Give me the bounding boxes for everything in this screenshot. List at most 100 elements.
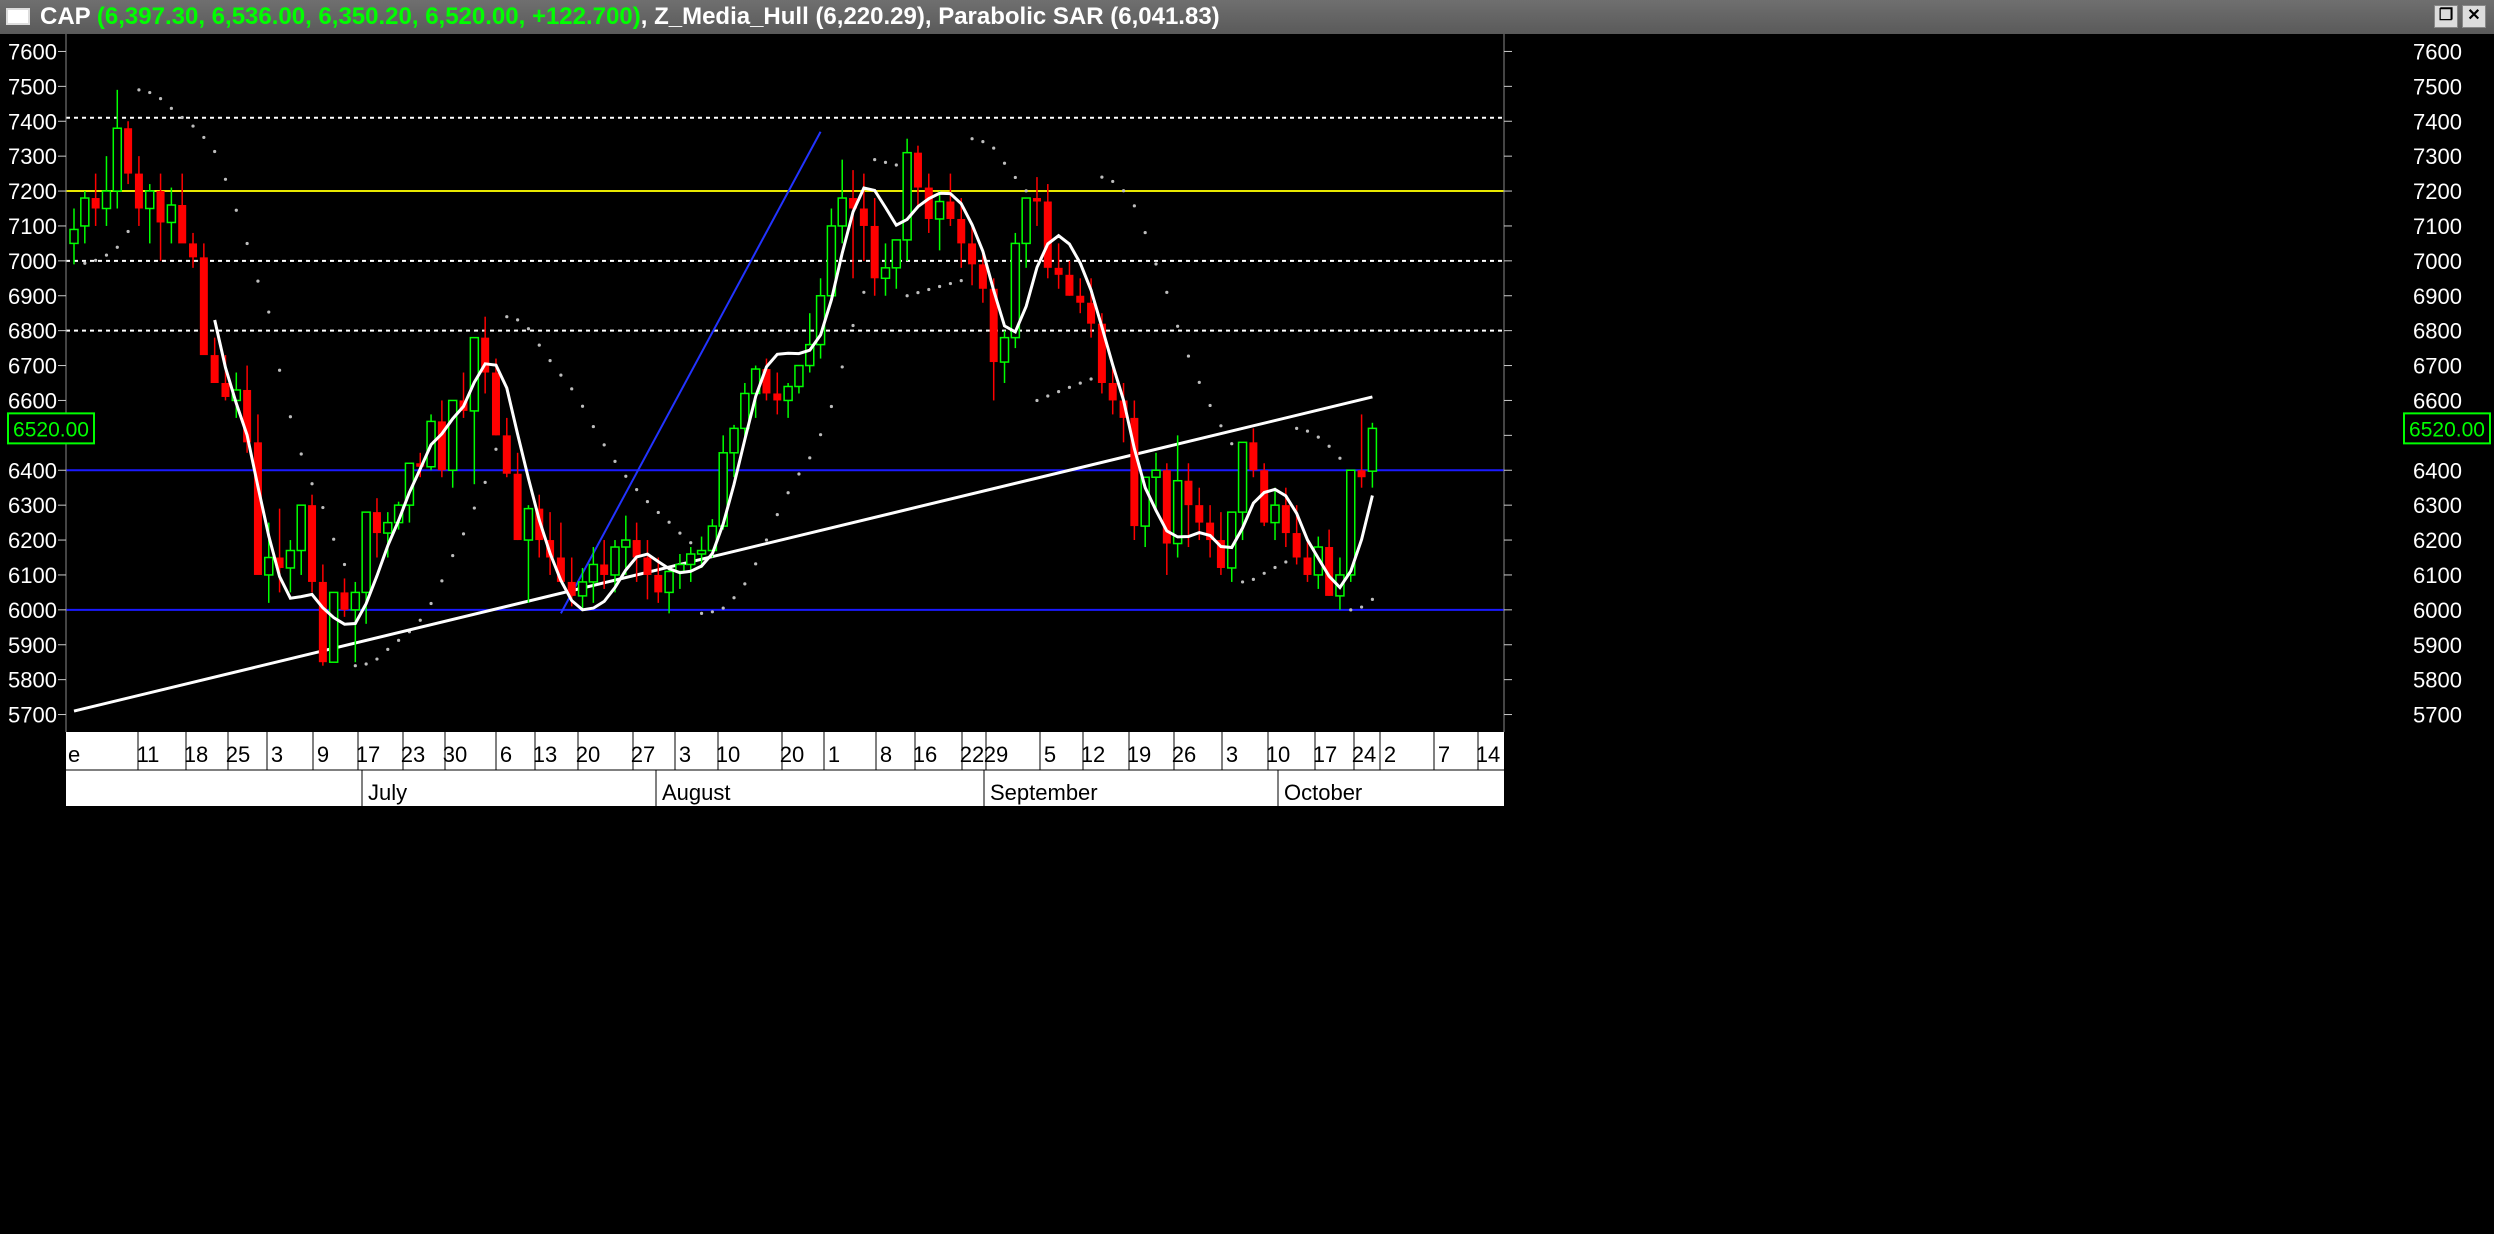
indicator-sar-name: Parabolic SAR [938,3,1104,30]
sar-dot [1165,290,1169,294]
candle-body [685,553,696,566]
x-day-label: 2 [1384,742,1396,767]
x-day-label: 20 [576,742,600,767]
candle-body [588,563,599,583]
x-day-label: 6 [500,742,512,767]
sar-dot [1121,189,1126,193]
sar-dot [992,146,996,150]
sar-dot [440,579,444,583]
sar-dot [818,433,823,437]
sar-dot [570,387,574,391]
restore-icon[interactable]: ❐ [2434,5,2458,28]
candle-body [968,243,977,265]
y-tick-label-right: 7400 [2413,109,2462,134]
sar-dot [202,135,206,140]
y-tick-label-right: 7300 [2413,144,2462,169]
candle-body [124,128,133,174]
sar-dot [1295,426,1299,430]
sar-dot [364,662,368,666]
sar-dot [710,610,714,614]
y-tick-label-right: 5700 [2413,703,2462,728]
close-icon[interactable]: ✕ [2462,5,2486,28]
sar-dot [115,245,119,249]
y-tick-label-right: 6100 [2413,563,2462,588]
y-tick-label-right: 7500 [2413,74,2462,99]
x-day-label: 11 [137,742,160,767]
y-tick-label-left: 6400 [8,458,57,483]
x-day-label: 12 [1081,742,1105,767]
sar-dot [1089,377,1093,381]
x-day-label: 13 [533,742,557,767]
candle-body [491,372,500,436]
candle-body [1195,505,1204,523]
y-tick-label-right: 5900 [2413,633,2462,658]
sar-dot [1230,442,1234,446]
y-tick-label-right: 6000 [2413,598,2462,623]
x-day-label: 27 [631,742,655,767]
x-month-label: July [368,780,407,805]
x-day-label: 3 [1226,742,1238,767]
x-day-label: 23 [401,742,425,767]
candle-body [502,435,511,474]
y-tick-label-left: 7400 [8,109,57,134]
sar-dot [234,208,238,212]
window-title-bar[interactable]: CAP (6,397.30, 6,536.00, 6,350.20, 6,520… [0,0,2494,34]
sar-dot [1176,324,1180,328]
x-day-label: 19 [1127,742,1151,767]
candle-body [1087,302,1096,324]
candle-body [523,507,534,541]
sar-dot [1262,571,1266,575]
x-day-label: 3 [271,742,283,767]
sar-dot [397,638,401,642]
candle-body [264,556,274,576]
x-month-label: October [1284,780,1362,805]
x-month-label: August [662,780,731,805]
sar-dot [613,459,617,464]
x-day-label: 17 [1313,742,1337,767]
sar-dot [1305,429,1310,433]
candle-body [178,205,187,244]
x-day-label: 3 [679,742,691,767]
y-tick-label-right: 5800 [2413,668,2462,693]
window-menu-icon[interactable] [6,8,30,25]
sar-dot [1186,354,1191,358]
sar-dot [970,137,974,141]
sar-dot [1284,560,1288,564]
sar-dot [764,538,769,542]
y-tick-label-left: 6900 [8,284,57,309]
sar-dot [699,611,704,615]
sar-dot [678,531,682,535]
sar-dot [1100,175,1104,179]
y-tick-label-left: 6700 [8,354,57,379]
sar-dot [180,115,184,120]
sar-dot [158,96,163,101]
x-day-label: 5 [1044,742,1056,767]
x-day-label: 17 [356,742,380,767]
sar-dot [1251,577,1255,581]
x-day-label: 9 [317,742,329,767]
price-chart[interactable]: 5700 5700 5800 5800 5900 5900 6000 6000 6100 6100… [0,34,2494,1234]
sar-dot [1219,424,1223,428]
candle-body [318,581,327,663]
indicator-hull-value: (6,220.29) [815,3,925,30]
sar-dot [310,482,314,486]
sar-dot [1143,230,1147,235]
x-day-label: 8 [880,742,892,767]
sar-dot [1057,390,1061,394]
candle-body [253,442,262,575]
candle-body [729,427,739,454]
sar-dot [667,520,671,524]
sar-dot [797,472,801,476]
sar-dot [1154,262,1158,266]
sar-dot [1046,394,1050,398]
sar-dot [883,160,888,164]
candle-body [221,383,230,397]
sar-dot [548,359,552,363]
y-tick-label-left: 6100 [8,563,57,588]
candle-body [210,355,219,383]
candle-body [783,385,793,402]
sar-dot [483,480,487,484]
candle-body [837,197,847,227]
candle-body [913,152,922,188]
candle-body [189,243,198,258]
